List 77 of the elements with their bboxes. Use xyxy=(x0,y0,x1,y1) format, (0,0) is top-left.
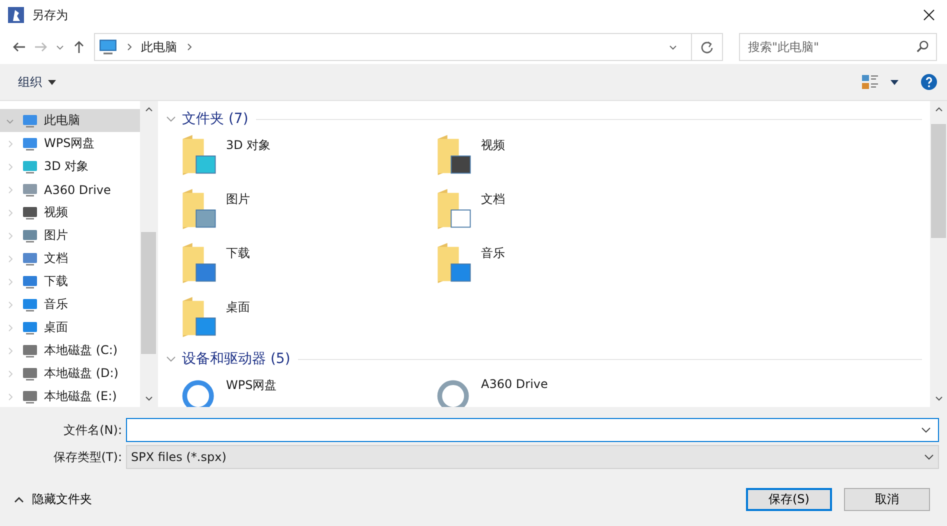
monitor-icon xyxy=(22,228,38,244)
sidebar-item[interactable]: 音乐 xyxy=(0,293,140,316)
sidebar-item[interactable]: 本地磁盘 (D:) xyxy=(0,362,140,385)
section-header: 设备和驱动器 (5) xyxy=(182,350,290,368)
scrollbar[interactable] xyxy=(930,101,947,407)
breadcrumb-item[interactable]: 此电脑 xyxy=(141,38,177,56)
sidebar-item[interactable]: 文档 xyxy=(0,247,140,270)
monitor-icon xyxy=(22,342,38,358)
search-field[interactable]: 搜索"此电脑" xyxy=(739,33,937,61)
help-icon[interactable] xyxy=(921,74,937,90)
sidebar-item[interactable]: 视频 xyxy=(0,201,140,224)
sidebar-item[interactable]: 本地磁盘 (C:) xyxy=(0,339,140,362)
folder-item[interactable]: WPS网盘 xyxy=(180,371,435,407)
window-title: 另存为 xyxy=(32,6,68,24)
monitor-icon xyxy=(22,320,38,336)
caret-down-icon[interactable] xyxy=(890,80,899,84)
caret-down-icon xyxy=(48,80,56,84)
up-arrow-icon[interactable] xyxy=(72,40,86,54)
organize-button[interactable]: 组织 xyxy=(12,70,62,94)
sidebar-item[interactable]: 3D 对象 xyxy=(0,155,140,178)
monitor-icon xyxy=(22,296,38,312)
chevron-right-icon[interactable] xyxy=(185,43,193,51)
monitor-icon xyxy=(22,112,38,128)
file-type-label: 保存类型(T): xyxy=(52,448,123,466)
scroll-down-icon[interactable] xyxy=(934,394,942,402)
dialog-button[interactable]: 保存(S) xyxy=(746,488,832,511)
monitor-icon xyxy=(22,274,38,290)
search-icon xyxy=(916,40,929,53)
monitor-icon xyxy=(22,182,38,198)
scroll-up-icon[interactable] xyxy=(934,106,942,114)
sidebar-item[interactable]: WPS网盘 xyxy=(0,132,140,155)
folder-item[interactable]: A360 Drive xyxy=(435,371,690,407)
monitor-icon xyxy=(22,136,38,152)
back-arrow-icon[interactable] xyxy=(12,40,26,54)
collapse-chevron-icon[interactable] xyxy=(166,354,176,364)
address-bar[interactable]: 此电脑 xyxy=(94,33,723,61)
section-header: 文件夹 (7) xyxy=(182,110,248,128)
dialog-button[interactable]: 取消 xyxy=(844,488,930,511)
monitor-icon xyxy=(22,250,38,266)
sidebar-item[interactable]: 桌面 xyxy=(0,316,140,339)
chevron-down-icon[interactable] xyxy=(921,425,931,435)
folder-item[interactable]: 3D 对象 xyxy=(180,131,435,185)
sidebar-item[interactable]: 此电脑 xyxy=(0,109,140,132)
hide-folders-toggle[interactable]: 隐藏文件夹 xyxy=(12,489,94,510)
folder-item[interactable]: 文档 xyxy=(435,185,690,239)
file-type-dropdown[interactable]: SPX files (*.spx) xyxy=(126,445,939,469)
computer-icon xyxy=(99,39,117,55)
sidebar-item[interactable]: A360 Drive xyxy=(0,178,140,201)
sidebar-item[interactable]: 下载 xyxy=(0,270,140,293)
collapse-chevron-icon[interactable] xyxy=(166,114,176,124)
filename-field[interactable] xyxy=(126,418,939,442)
folder-item[interactable]: 音乐 xyxy=(435,239,690,293)
chevron-down-icon[interactable] xyxy=(669,43,677,51)
chevron-right-icon xyxy=(125,43,133,51)
forward-arrow-icon[interactable] xyxy=(34,40,48,54)
view-options-icon[interactable] xyxy=(862,74,880,90)
scrollbar[interactable] xyxy=(140,101,157,407)
filename-label: 文件名(N): xyxy=(62,422,123,438)
folder-item[interactable]: 下载 xyxy=(180,239,435,293)
scroll-down-icon[interactable] xyxy=(144,394,152,402)
scrollbar-thumb[interactable] xyxy=(141,232,156,354)
close-icon[interactable] xyxy=(923,9,935,21)
scroll-up-icon[interactable] xyxy=(144,106,152,114)
monitor-icon xyxy=(22,366,38,382)
scrollbar-thumb[interactable] xyxy=(931,124,946,238)
monitor-icon xyxy=(22,388,38,404)
sidebar-item[interactable]: 本地磁盘 (E:) xyxy=(0,385,140,407)
folder-item[interactable]: 图片 xyxy=(180,185,435,239)
app-logo-icon xyxy=(8,7,24,23)
chevron-up-icon xyxy=(14,494,24,504)
monitor-icon xyxy=(22,204,38,220)
monitor-icon xyxy=(22,158,38,174)
sidebar-item[interactable]: 图片 xyxy=(0,224,140,247)
folder-item[interactable]: 视频 xyxy=(435,131,690,185)
folder-item[interactable]: 桌面 xyxy=(180,293,435,347)
refresh-icon xyxy=(700,40,714,54)
chevron-down-icon xyxy=(924,452,934,462)
